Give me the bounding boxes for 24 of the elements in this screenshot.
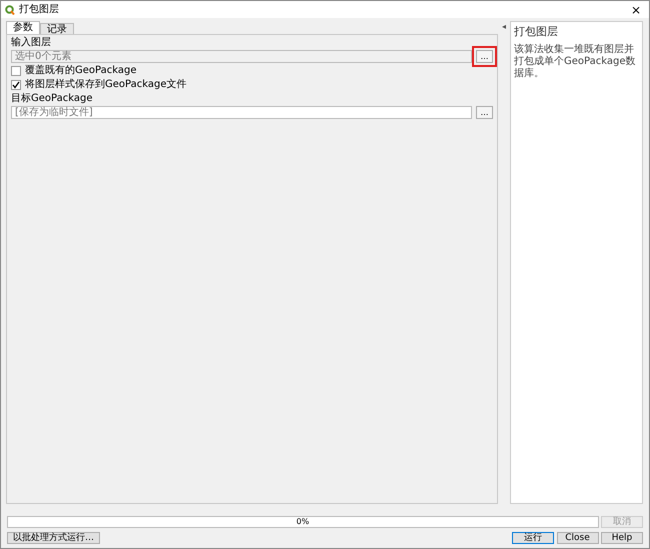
checkbox-label: 将图层样式保存到GeoPackage文件: [25, 79, 186, 91]
collapse-arrow-icon[interactable]: ◂: [502, 21, 506, 504]
close-button[interactable]: ×: [626, 4, 645, 16]
dialog-button[interactable]: Close: [556, 532, 598, 544]
dialog-button[interactable]: 运行: [512, 532, 554, 544]
batch-run-button[interactable]: 以批处理方式运行…: [7, 532, 100, 544]
checkbox[interactable]: [11, 80, 21, 90]
input-field[interactable]: 选中0个元素: [11, 50, 472, 63]
tab[interactable]: 参数: [6, 21, 40, 34]
browse-button[interactable]: …: [476, 106, 493, 119]
app-logo-icon: [5, 4, 15, 14]
help-title: 打包图层: [514, 25, 559, 38]
progress-reading: 0%: [296, 517, 310, 526]
dialog-button[interactable]: Help: [601, 532, 643, 544]
checkbox[interactable]: [11, 66, 21, 76]
field-label: 输入图层: [11, 37, 52, 48]
browse-button[interactable]: …: [476, 50, 493, 63]
input-field[interactable]: [保存为临时文件]: [11, 106, 472, 119]
field-label: 目标GeoPackage: [11, 93, 94, 104]
tab[interactable]: 记录: [40, 23, 74, 34]
help-text: 该算法收集一堆既有图层并打包成单个GeoPackage数据库。: [514, 44, 636, 80]
checkmark-icon: [12, 81, 20, 89]
checkbox-label: 覆盖既有的GeoPackage: [25, 65, 136, 77]
window-title: 打包图层: [19, 2, 60, 17]
